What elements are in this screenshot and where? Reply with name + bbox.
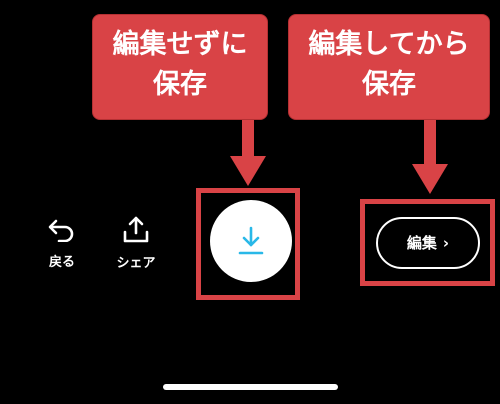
callout-line-2: 保存	[153, 69, 207, 100]
callout-save-after-edit: 編集してから 保存	[288, 14, 490, 120]
callout-line-1: 編集してから	[308, 29, 470, 60]
edit-label: 編集	[406, 234, 437, 252]
callout-line-1: 編集せずに	[112, 29, 248, 60]
callout-line-2: 保存	[362, 69, 416, 100]
home-indicator[interactable]	[163, 384, 338, 390]
back-button[interactable]: 戻る	[37, 218, 87, 270]
download-icon	[238, 226, 264, 255]
edit-button[interactable]: 編集 ›	[376, 217, 480, 269]
annotation-arrow-to-edit	[412, 120, 448, 194]
share-button[interactable]: シェア	[111, 215, 161, 271]
callout-save-without-edit: 編集せずに 保存	[92, 14, 268, 120]
undo-arrow-icon	[48, 219, 74, 242]
share-upload-icon	[123, 216, 149, 243]
annotation-arrow-to-save	[230, 120, 266, 186]
share-label: シェア	[116, 256, 156, 271]
back-label: 戻る	[48, 255, 75, 270]
chevron-right-icon: ›	[442, 234, 450, 252]
save-button[interactable]	[210, 200, 292, 282]
